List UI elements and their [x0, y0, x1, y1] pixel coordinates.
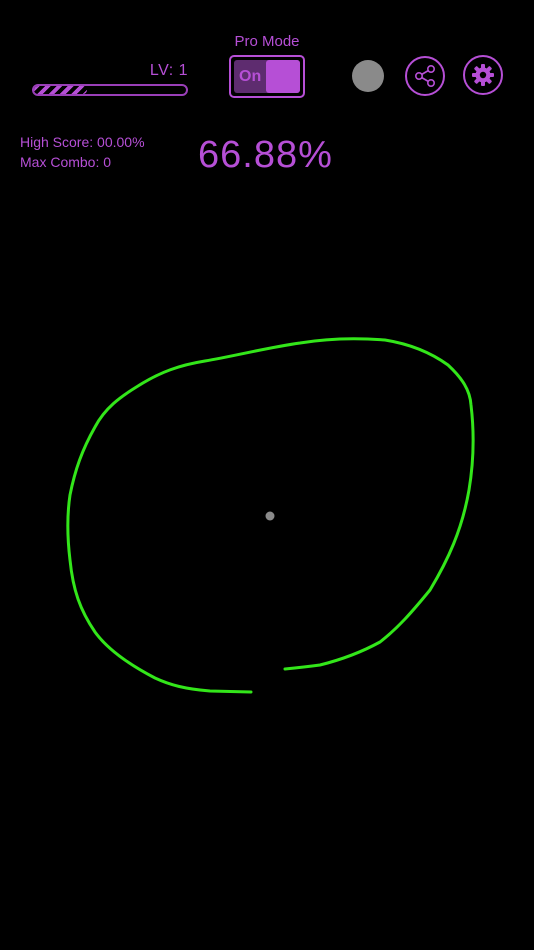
- center-dot: [265, 511, 275, 521]
- drawing-canvas[interactable]: [0, 0, 534, 950]
